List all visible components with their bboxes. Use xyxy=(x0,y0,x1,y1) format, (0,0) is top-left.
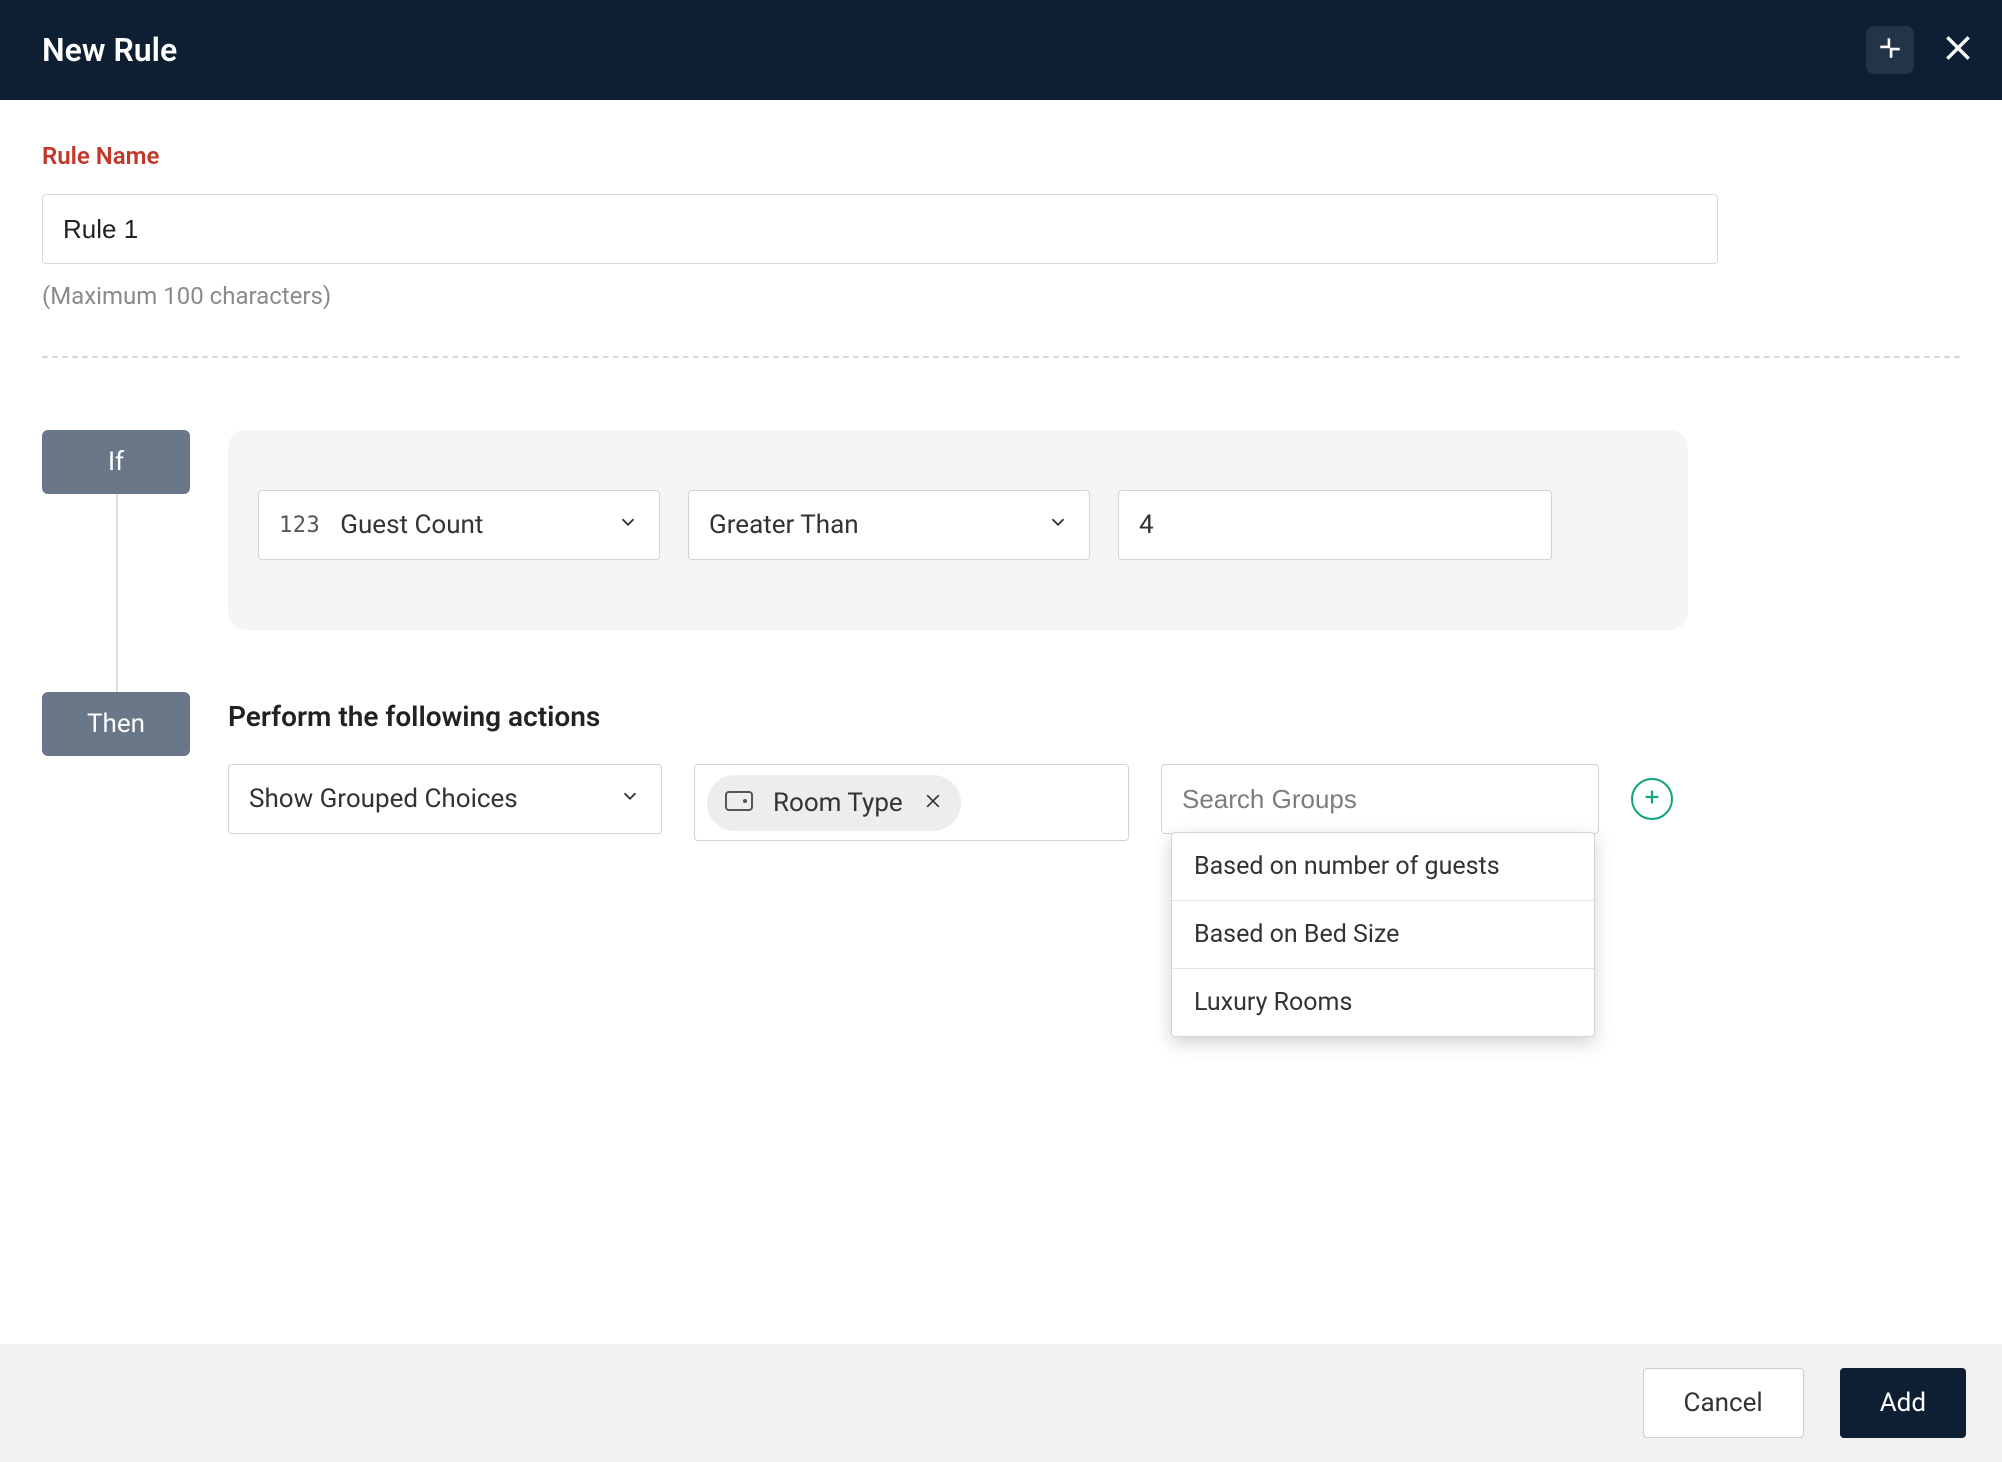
dropdown-option[interactable]: Based on Bed Size xyxy=(1172,901,1594,969)
then-badge-label: Then xyxy=(87,709,145,739)
search-groups-wrap: Based on number of guests Based on Bed S… xyxy=(1161,764,1599,834)
condition-value-input[interactable]: 4 xyxy=(1118,490,1552,560)
condition-field-label: Guest Count xyxy=(340,510,483,540)
rule-name-hint: (Maximum 100 characters) xyxy=(42,282,1960,310)
condition-value-text: 4 xyxy=(1139,510,1154,540)
badge-connector xyxy=(116,494,118,692)
if-badge-label: If xyxy=(108,447,124,477)
condition-operator-select[interactable]: Greater Than xyxy=(688,490,1090,560)
cancel-button[interactable]: Cancel xyxy=(1643,1368,1804,1438)
minimize-icon xyxy=(1877,35,1903,65)
chip-remove-button[interactable] xyxy=(923,788,943,818)
action-select[interactable]: Show Grouped Choices xyxy=(228,764,662,834)
if-badge: If xyxy=(42,430,190,494)
dialog-title: New Rule xyxy=(42,31,177,69)
add-button[interactable]: Add xyxy=(1840,1368,1966,1438)
minimize-button[interactable] xyxy=(1866,26,1914,74)
then-badge: Then xyxy=(42,692,190,756)
groups-dropdown: Based on number of guests Based on Bed S… xyxy=(1171,832,1595,1037)
dropdown-option[interactable]: Based on number of guests xyxy=(1172,833,1594,901)
header-controls xyxy=(1866,26,1974,74)
chevron-down-icon xyxy=(617,510,639,540)
then-row: Show Grouped Choices Room Type xyxy=(228,764,1673,841)
then-section-title: Perform the following actions xyxy=(228,700,600,733)
dropdown-option[interactable]: Luxury Rooms xyxy=(1172,969,1594,1036)
condition-operator-label: Greater Than xyxy=(709,510,859,540)
chevron-down-icon xyxy=(1047,510,1069,540)
add-action-button[interactable] xyxy=(1631,778,1673,820)
cancel-button-label: Cancel xyxy=(1684,1388,1763,1418)
field-icon xyxy=(725,788,753,818)
condition-field-select[interactable]: 123 Guest Count xyxy=(258,490,660,560)
close-icon xyxy=(1942,49,1974,68)
add-button-label: Add xyxy=(1880,1388,1926,1418)
dialog-body: Rule Name (Maximum 100 characters) If Th… xyxy=(0,100,2002,358)
action-select-label: Show Grouped Choices xyxy=(249,784,518,814)
number-field-icon: 123 xyxy=(279,513,320,538)
section-divider xyxy=(42,356,1960,358)
chevron-down-icon xyxy=(619,784,641,814)
plus-icon xyxy=(1641,786,1663,812)
chip-label: Room Type xyxy=(773,788,903,818)
rule-name-input[interactable] xyxy=(42,194,1718,264)
close-button[interactable] xyxy=(1942,32,1974,68)
dialog-header: New Rule xyxy=(0,0,2002,100)
room-type-chip: Room Type xyxy=(707,775,961,831)
condition-panel: 123 Guest Count Greater Than 4 xyxy=(228,430,1688,630)
chip-container[interactable]: Room Type xyxy=(694,764,1129,841)
search-groups-input[interactable] xyxy=(1161,764,1599,834)
rule-name-label: Rule Name xyxy=(42,142,1960,170)
dialog-footer: Cancel Add xyxy=(0,1344,2002,1462)
